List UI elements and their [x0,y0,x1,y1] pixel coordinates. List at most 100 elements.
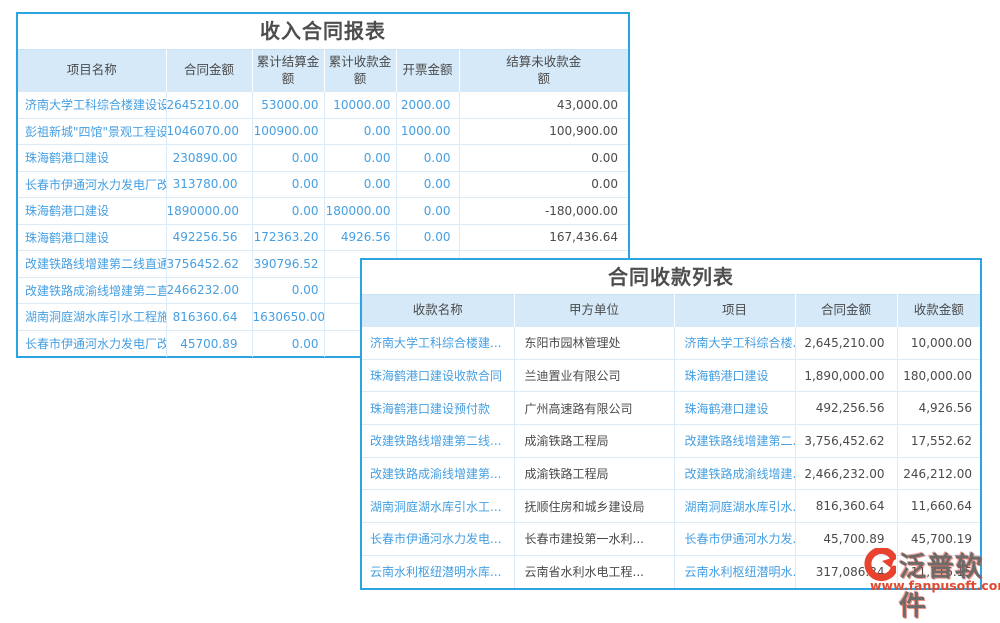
watermark: 泛普软件 www.fanpusoft.com [862,544,1000,596]
link-cell[interactable]: 230890.00 [166,145,252,172]
link-cell[interactable]: 816360.64 [166,304,252,331]
link-cell[interactable]: 313780.00 [166,171,252,198]
link-cell[interactable]: 珠海鹤港口建设收款合同 [362,359,514,392]
column-header: 合同金额 [166,50,252,92]
cell: 246,212.00 [897,457,980,490]
link-cell[interactable]: 2466232.00 [166,277,252,304]
cell: 492,256.56 [795,392,897,425]
link-cell[interactable]: 2000.00 [396,92,459,119]
link-cell[interactable]: 2645210.00 [166,92,252,119]
link-cell[interactable]: 0.00 [396,171,459,198]
link-cell[interactable]: 0.00 [252,145,324,172]
link-cell[interactable]: 湖南洞庭湖水库引水... [674,490,795,523]
link-cell[interactable]: 0.00 [252,277,324,304]
table-row[interactable]: 珠海鹤港口建设1890000.000.00180000.000.00-180,0… [18,198,628,225]
table-row[interactable]: 珠海鹤港口建设预付款广州高速路有限公司珠海鹤港口建设492,256.564,92… [362,392,980,425]
link-cell[interactable]: 0.00 [252,330,324,357]
link-cell[interactable]: 改建铁路线增建第二线直通线 [18,251,166,278]
column-header: 结算未收款金额 [459,50,628,92]
link-cell[interactable]: 0.00 [252,198,324,225]
link-cell[interactable]: 0.00 [324,171,396,198]
link-cell[interactable]: 改建铁路成渝线增建第... [362,457,514,490]
link-cell[interactable]: 济南大学工科综合楼建... [362,327,514,360]
column-header: 累计收款金额 [324,50,396,92]
cell: 43,000.00 [459,92,628,119]
link-cell[interactable]: 0.00 [396,198,459,225]
link-cell[interactable]: 492256.56 [166,224,252,251]
cell: 成渝铁路工程局 [514,457,674,490]
column-header: 开票金额 [396,50,459,92]
table-row[interactable]: 珠海鹤港口建设收款合同兰迪置业有限公司珠海鹤港口建设1,890,000.0018… [362,359,980,392]
cell: 东阳市园林管理处 [514,327,674,360]
link-cell[interactable]: 彭祖新城"四馆"景观工程设计项目 [18,118,166,145]
link-cell[interactable]: 珠海鹤港口建设 [18,198,166,225]
table-row[interactable]: 改建铁路线增建第二线...成渝铁路工程局改建铁路线增建第二...3,756,45… [362,425,980,458]
column-header: 项目 [674,295,795,327]
income-table-header-row: 项目名称合同金额累计结算金额累计收款金额开票金额结算未收款金额 [18,50,628,92]
table-row[interactable]: 长春市伊通河水力发电厂改建工程313780.000.000.000.000.00 [18,171,628,198]
cell: 11,660.64 [897,490,980,523]
cell: 10,000.00 [897,327,980,360]
link-cell[interactable]: 珠海鹤港口建设 [18,145,166,172]
link-cell[interactable]: 珠海鹤港口建设 [18,224,166,251]
link-cell[interactable]: 长春市伊通河水力发电厂改建工程 [18,171,166,198]
link-cell[interactable]: 390796.52 [252,251,324,278]
link-cell[interactable]: 0.00 [324,118,396,145]
table-row[interactable]: 珠海鹤港口建设492256.56172363.204926.560.00167,… [18,224,628,251]
link-cell[interactable]: 4926.56 [324,224,396,251]
cell: -180,000.00 [459,198,628,225]
link-cell[interactable]: 云南水利枢纽潜明水库... [362,555,514,588]
cell: 成渝铁路工程局 [514,425,674,458]
cell: 0.00 [459,145,628,172]
link-cell[interactable]: 湖南洞庭湖水库引水工程施工标段 [18,304,166,331]
link-cell[interactable]: 长春市伊通河水力发电... [362,523,514,556]
table-row[interactable]: 济南大学工科综合楼建设设计项目2645210.0053000.0010000.0… [18,92,628,119]
link-cell[interactable]: 济南大学工科综合楼建设设计项目 [18,92,166,119]
link-cell[interactable]: 珠海鹤港口建设 [674,392,795,425]
cell: 180,000.00 [897,359,980,392]
link-cell[interactable]: 珠海鹤港口建设预付款 [362,392,514,425]
link-cell[interactable]: 0.00 [396,145,459,172]
table-row[interactable]: 济南大学工科综合楼建...东阳市园林管理处济南大学工科综合楼...2,645,2… [362,327,980,360]
link-cell[interactable]: 改建铁路成渝线增建第二直通线 [18,277,166,304]
link-cell[interactable]: 45700.89 [166,330,252,357]
link-cell[interactable]: 1890000.00 [166,198,252,225]
link-cell[interactable]: 1630650.00 [252,304,324,331]
link-cell[interactable]: 0.00 [252,171,324,198]
link-cell[interactable]: 100900.00 [252,118,324,145]
link-cell[interactable]: 长春市伊通河水力发... [674,523,795,556]
cell: 兰迪置业有限公司 [514,359,674,392]
link-cell[interactable]: 改建铁路成渝线增建... [674,457,795,490]
link-cell[interactable]: 3756452.62 [166,251,252,278]
column-header: 项目名称 [18,50,166,92]
link-cell[interactable]: 53000.00 [252,92,324,119]
link-cell[interactable]: 1000.00 [396,118,459,145]
table-row[interactable]: 珠海鹤港口建设230890.000.000.000.000.00 [18,145,628,172]
link-cell[interactable]: 云南水利枢纽潜明水... [674,555,795,588]
payment-table-header-row: 收款名称甲方单位项目合同金额收款金额 [362,295,980,327]
cell: 2,645,210.00 [795,327,897,360]
table-row[interactable]: 彭祖新城"四馆"景观工程设计项目1046070.00100900.000.001… [18,118,628,145]
cell: 167,436.64 [459,224,628,251]
link-cell[interactable]: 10000.00 [324,92,396,119]
cell: 4,926.56 [897,392,980,425]
cell: 云南省水利水电工程... [514,555,674,588]
link-cell[interactable]: 1046070.00 [166,118,252,145]
cell: 100,900.00 [459,118,628,145]
link-cell[interactable]: 长春市伊通河水力发电厂改建工程 [18,330,166,357]
link-cell[interactable]: 改建铁路线增建第二... [674,425,795,458]
cell: 抚顺住房和城乡建设局 [514,490,674,523]
link-cell[interactable]: 湖南洞庭湖水库引水工... [362,490,514,523]
link-cell[interactable]: 济南大学工科综合楼... [674,327,795,360]
cell: 1,890,000.00 [795,359,897,392]
link-cell[interactable]: 172363.20 [252,224,324,251]
table-row[interactable]: 湖南洞庭湖水库引水工...抚顺住房和城乡建设局湖南洞庭湖水库引水...816,3… [362,490,980,523]
cell: 17,552.62 [897,425,980,458]
link-cell[interactable]: 改建铁路线增建第二线... [362,425,514,458]
link-cell[interactable]: 0.00 [324,145,396,172]
link-cell[interactable]: 珠海鹤港口建设 [674,359,795,392]
link-cell[interactable]: 180000.00 [324,198,396,225]
table-row[interactable]: 改建铁路成渝线增建第...成渝铁路工程局改建铁路成渝线增建...2,466,23… [362,457,980,490]
link-cell[interactable]: 0.00 [396,224,459,251]
column-header: 收款名称 [362,295,514,327]
